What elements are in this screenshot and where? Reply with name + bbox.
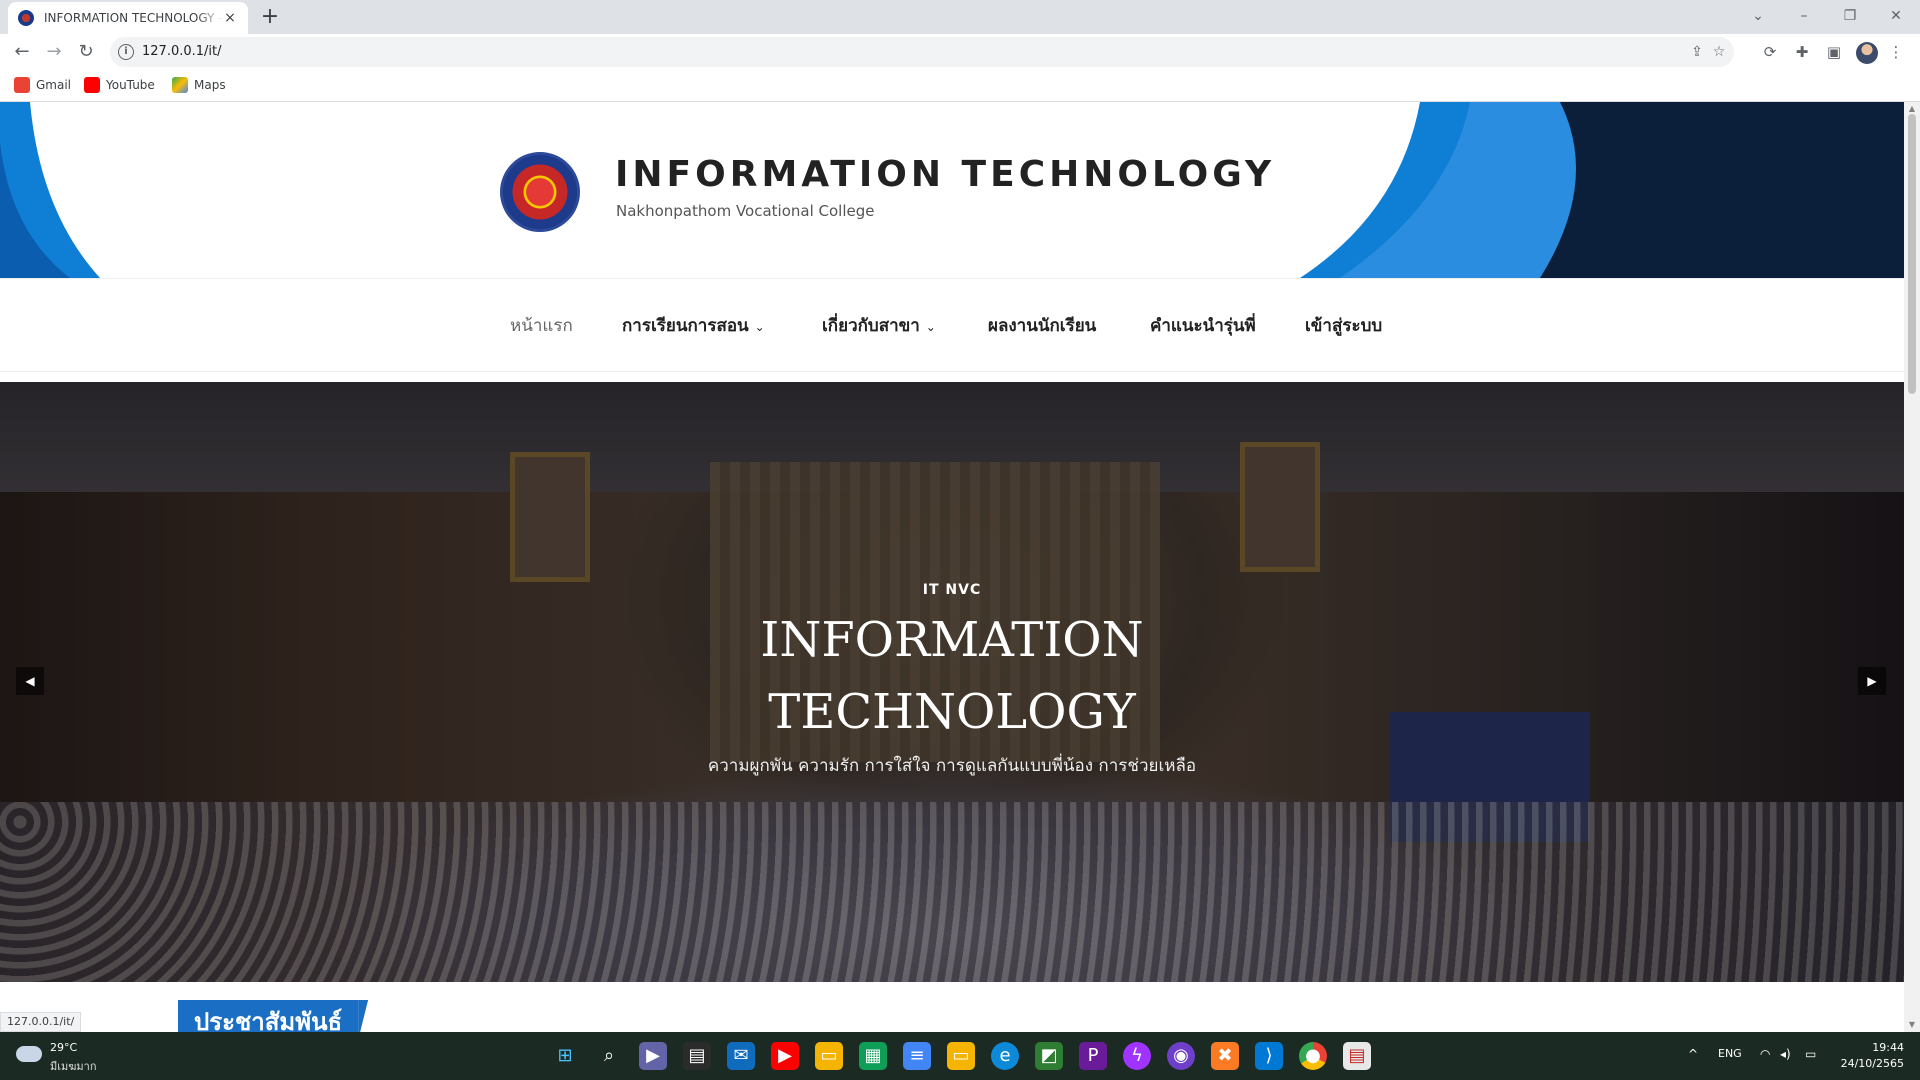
reload-icon[interactable]: ↻	[74, 40, 98, 64]
nav-item-label: การเรียนการสอน	[622, 316, 749, 336]
teams-icon[interactable]: ▶	[639, 1042, 667, 1070]
address-bar[interactable]: i 127.0.0.1/it/ ⇪ ☆	[110, 37, 1734, 67]
sheets-icon[interactable]: ▦	[859, 1042, 887, 1070]
nav-item-student-works[interactable]: ผลงานนักเรียน	[988, 312, 1096, 339]
battery-icon[interactable]: ▭	[1805, 1047, 1816, 1061]
star-icon[interactable]: ☆	[1710, 43, 1728, 61]
xampp-icon[interactable]: ✖	[1211, 1042, 1239, 1070]
browser-tab-active[interactable]: INFORMATION TECHNOLOGY – I ×	[8, 2, 248, 34]
language-indicator[interactable]: ENG	[1718, 1047, 1742, 1060]
tab-title: INFORMATION TECHNOLOGY – I	[44, 11, 224, 25]
hero-slider: IT NVC INFORMATION TECHNOLOGY ความผูกพัน…	[0, 382, 1904, 982]
cloud-icon[interactable]	[16, 1046, 42, 1062]
windows-taskbar: 29°C มีเมฆมาก ⊞ ⌕ ▶ ▤ ✉ ▶ ▭ ▦ ≡ ▭ e ◩ P …	[0, 1032, 1920, 1080]
file-explorer-icon[interactable]: ▭	[815, 1042, 843, 1070]
site-title[interactable]: INFORMATION TECHNOLOGY	[615, 154, 1275, 195]
start-icon[interactable]: ⊞	[551, 1042, 579, 1070]
greenshot-icon[interactable]: ◩	[1035, 1042, 1063, 1070]
college-seal-icon	[18, 10, 34, 26]
bookmark-label: YouTube	[106, 78, 155, 92]
notepad-icon[interactable]: ▤	[1343, 1042, 1371, 1070]
wifi-icon[interactable]: ◠	[1760, 1047, 1770, 1061]
menu-icon[interactable]: ⋮	[1886, 42, 1906, 62]
site-header: INFORMATION TECHNOLOGY Nakhonpathom Voca…	[0, 102, 1904, 278]
slides-icon[interactable]: ▭	[947, 1042, 975, 1070]
hero-eyebrow: IT NVC	[922, 582, 982, 598]
bookmark-label: Gmail	[36, 78, 72, 92]
slider-prev-icon[interactable]: ◀	[16, 667, 44, 695]
vscode-icon[interactable]: ⟩	[1255, 1042, 1283, 1070]
site-info-icon[interactable]: i	[118, 44, 134, 60]
bookmarks-bar: Gmail YouTube Maps	[0, 70, 1920, 102]
hero-title: INFORMATION TECHNOLOGY	[0, 604, 1904, 748]
nav-item-label: หน้าแรก	[510, 316, 573, 336]
hero-subtitle: ความผูกพัน ความรัก การใส่ใจ การดูแลกันแบ…	[707, 756, 1197, 776]
section-heading: ประชาสัมพันธ์	[178, 1000, 359, 1032]
bookmark-maps[interactable]: Maps	[172, 77, 226, 93]
main-navigation: หน้าแรก การเรียนการสอน ⌄ เกี่ยวกับสาขา ⌄ ผ…	[0, 278, 1904, 372]
bookmark-gmail[interactable]: Gmail	[14, 77, 71, 93]
clock-time: 19:44	[1872, 1041, 1904, 1054]
sidepanel-icon[interactable]: ▣	[1824, 42, 1844, 62]
nav-item-about[interactable]: เกี่ยวกับสาขา ⌄	[822, 312, 936, 339]
browser-toolbar: ← → ↻ i 127.0.0.1/it/ ⇪ ☆ ⟳ ✚ ▣ ⋮	[0, 34, 1920, 70]
tab-search-icon[interactable]: ⌄	[1746, 6, 1770, 26]
profile-avatar[interactable]	[1856, 42, 1878, 64]
extensions-icon[interactable]: ✚	[1792, 42, 1812, 62]
volume-icon[interactable]: ◂)	[1780, 1047, 1791, 1061]
chevron-down-icon: ⌄	[925, 320, 936, 334]
hero-title-text: INFORMATION TECHNOLOGY	[760, 612, 1144, 740]
status-bar-url: 127.0.0.1/it/	[0, 1012, 82, 1032]
nav-item-teaching[interactable]: การเรียนการสอน ⌄	[622, 312, 765, 339]
college-logo[interactable]	[500, 152, 580, 232]
browser-tabstrip: INFORMATION TECHNOLOGY – I × + ⌄ – ❐ ✕	[0, 0, 1920, 34]
minimize-icon[interactable]: –	[1792, 6, 1816, 26]
store-icon[interactable]: ▤	[683, 1042, 711, 1070]
scroll-down-icon[interactable]: ▼	[1907, 1020, 1917, 1030]
nav-item-label: เกี่ยวกับสาขา	[822, 316, 920, 336]
messenger-icon[interactable]: ϟ	[1123, 1042, 1151, 1070]
forward-icon[interactable]: →	[42, 40, 66, 64]
weather-temp[interactable]: 29°C	[50, 1041, 77, 1054]
chevron-down-icon: ⌄	[754, 320, 765, 334]
tray-overflow-icon[interactable]: ^	[1688, 1047, 1698, 1061]
nav-item-label: เข้าสู่ระบบ	[1305, 316, 1383, 336]
page-viewport: INFORMATION TECHNOLOGY Nakhonpathom Voca…	[0, 102, 1920, 1032]
clock-date: 24/10/2565	[1840, 1057, 1904, 1070]
site-tagline: Nakhonpathom Vocational College	[616, 202, 875, 220]
scroll-up-icon[interactable]: ▲	[1907, 104, 1917, 114]
edge-icon[interactable]: e	[991, 1042, 1019, 1070]
pycharm-icon[interactable]: P	[1079, 1042, 1107, 1070]
youtube-icon	[84, 77, 100, 93]
scrollbar-thumb[interactable]	[1908, 114, 1916, 394]
new-tab-button[interactable]: +	[258, 6, 282, 30]
github-icon[interactable]: ◉	[1167, 1042, 1195, 1070]
nav-item-login[interactable]: เข้าสู่ระบบ	[1305, 312, 1382, 339]
restore-icon[interactable]: ❐	[1838, 6, 1862, 26]
nav-item-label: คำแนะนำรุ่นพี่	[1150, 316, 1256, 336]
taskbar-clock[interactable]: 19:44 24/10/2565	[1832, 1040, 1904, 1072]
nav-item-home[interactable]: หน้าแรก	[510, 312, 573, 339]
sync-icon[interactable]: ⟳	[1760, 42, 1780, 62]
docs-icon[interactable]: ≡	[903, 1042, 931, 1070]
maps-icon	[172, 77, 188, 93]
gmail-icon	[14, 77, 30, 93]
address-url[interactable]: 127.0.0.1/it/	[142, 44, 222, 59]
share-icon[interactable]: ⇪	[1688, 43, 1706, 61]
slider-next-icon[interactable]: ▶	[1858, 667, 1886, 695]
search-icon[interactable]: ⌕	[595, 1042, 623, 1070]
close-window-icon[interactable]: ✕	[1884, 6, 1908, 26]
bookmark-youtube[interactable]: YouTube	[84, 77, 155, 93]
close-tab-icon[interactable]: ×	[222, 10, 238, 26]
weather-desc[interactable]: มีเมฆมาก	[50, 1057, 97, 1075]
bookmark-label: Maps	[194, 78, 226, 92]
mail-icon[interactable]: ✉	[727, 1042, 755, 1070]
nav-item-label: ผลงานนักเรียน	[988, 316, 1097, 336]
chrome-icon[interactable]: ●	[1299, 1042, 1327, 1070]
youtube-icon[interactable]: ▶	[771, 1042, 799, 1070]
page-scrollbar[interactable]: ▲ ▼	[1904, 102, 1920, 1032]
back-icon[interactable]: ←	[10, 40, 34, 64]
nav-item-senior-advice[interactable]: คำแนะนำรุ่นพี่	[1150, 312, 1256, 339]
